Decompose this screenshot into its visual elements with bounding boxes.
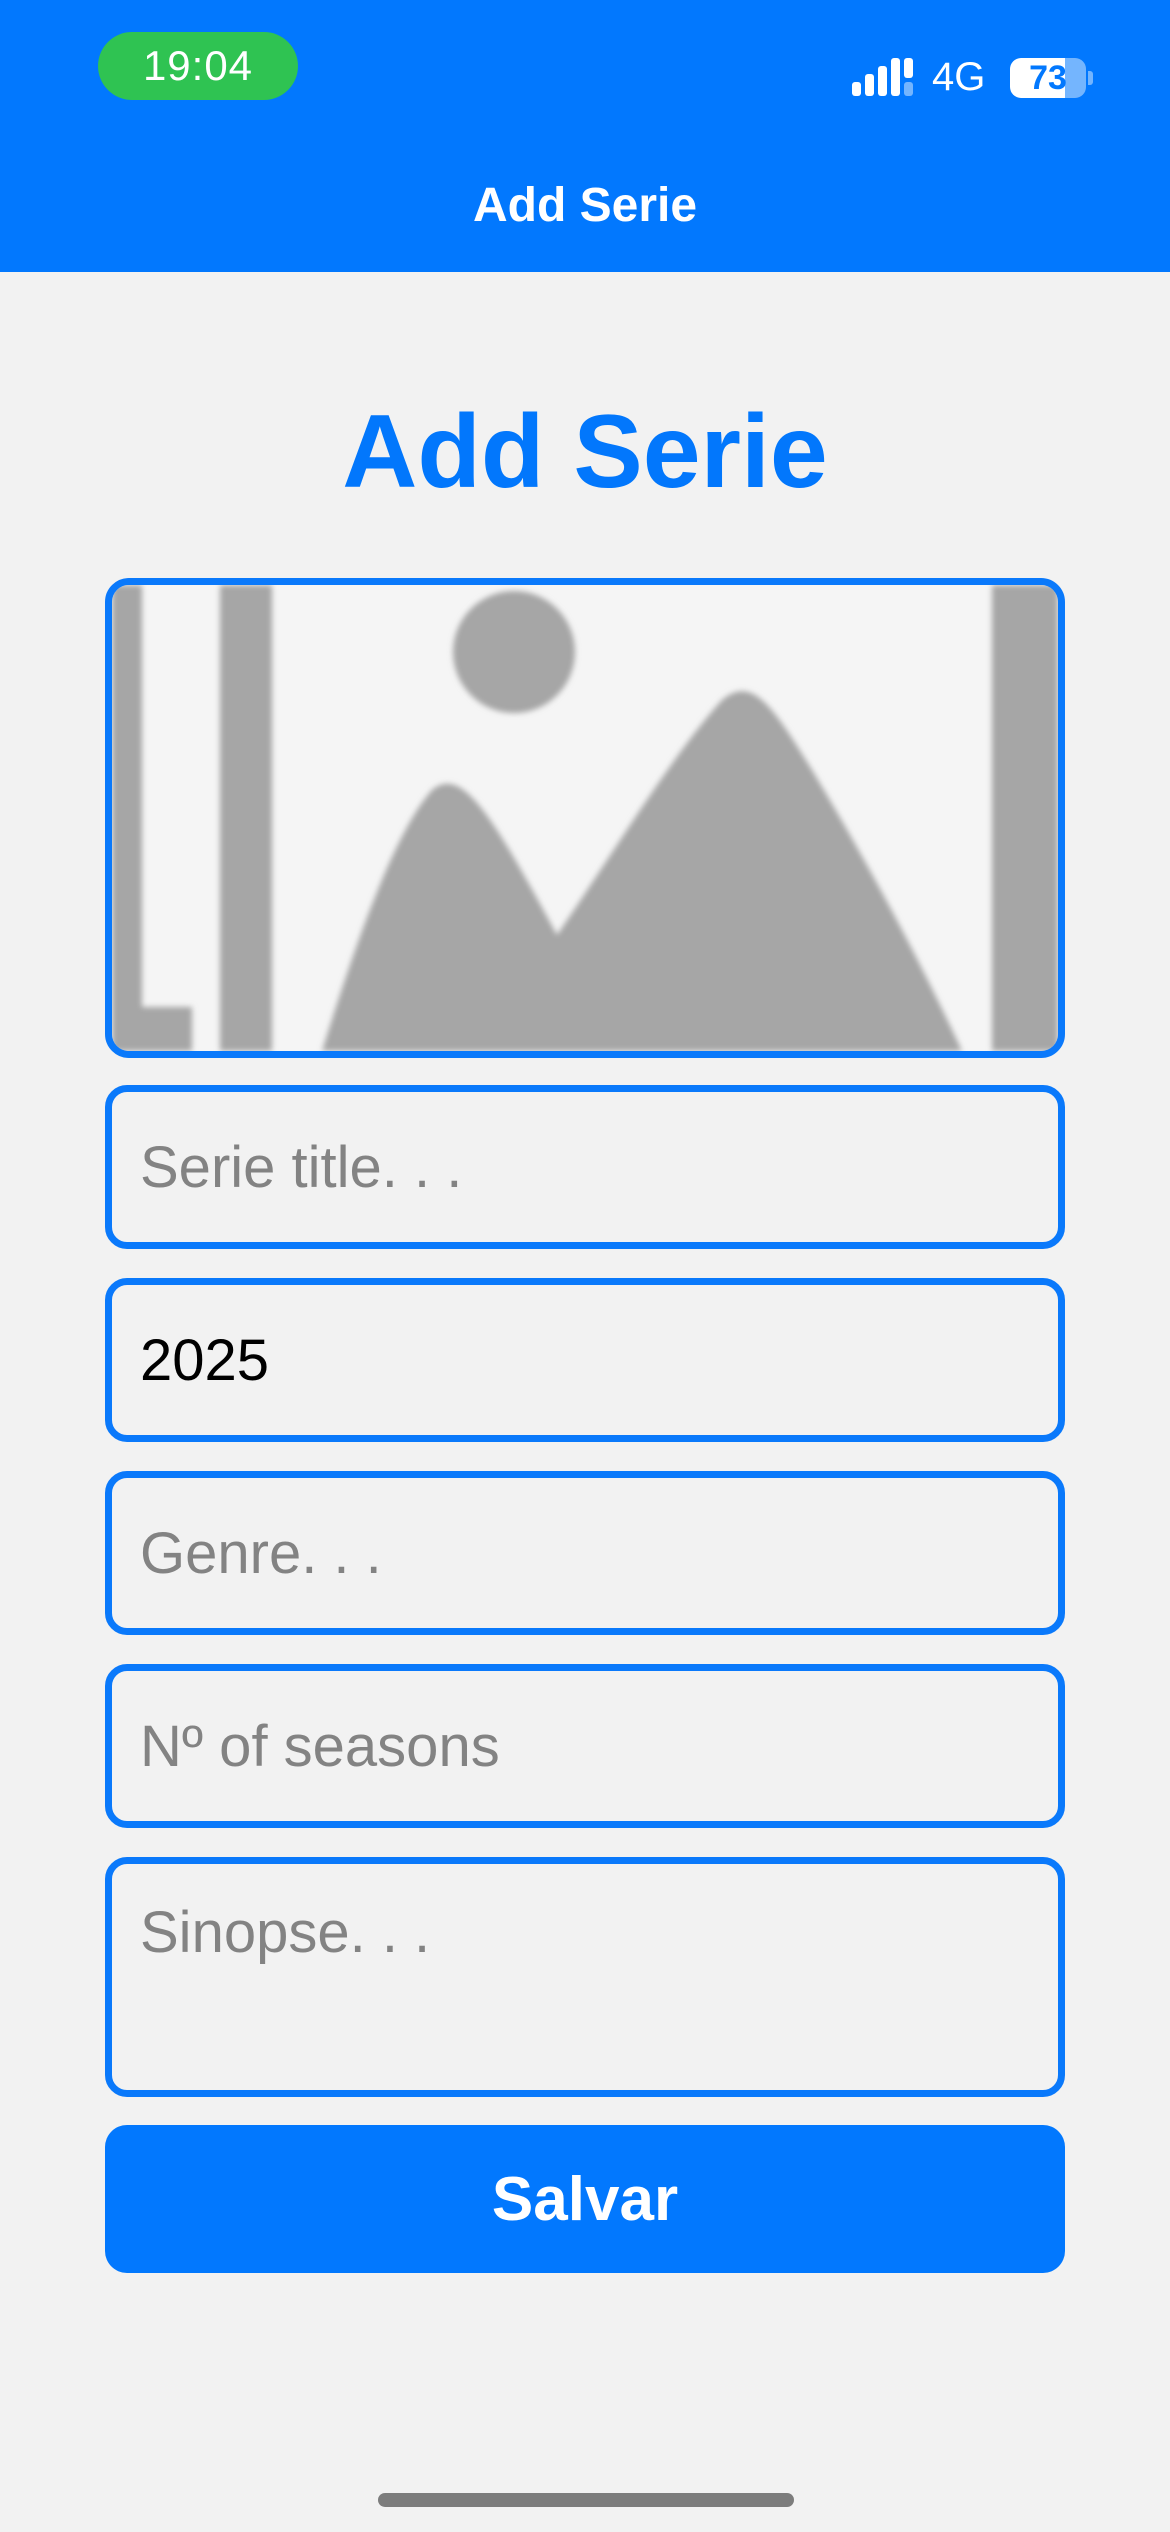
image-placeholder-icon bbox=[112, 585, 1058, 1051]
network-type: 4G bbox=[932, 55, 986, 99]
genre-input[interactable] bbox=[105, 1471, 1065, 1635]
home-indicator[interactable] bbox=[378, 2493, 794, 2507]
serie-title-input[interactable] bbox=[105, 1085, 1065, 1249]
nav-title: Add Serie bbox=[472, 179, 698, 232]
year-input[interactable] bbox=[105, 1278, 1065, 1442]
sinopse-textarea[interactable] bbox=[105, 1857, 1065, 2097]
cover-image-picker[interactable] bbox=[105, 578, 1065, 1058]
save-button[interactable]: Salvar bbox=[105, 2125, 1065, 2273]
top-app-bar: 19:04 4G 73 Add Serie bbox=[0, 0, 1170, 272]
battery-percentage: 73 bbox=[1029, 59, 1067, 97]
seasons-input[interactable] bbox=[105, 1664, 1065, 1828]
page-title: Add Serie bbox=[342, 394, 828, 510]
battery-icon: 73 bbox=[1010, 58, 1093, 98]
cellular-signal-icon bbox=[852, 58, 913, 96]
status-time: 19:04 bbox=[98, 32, 298, 100]
